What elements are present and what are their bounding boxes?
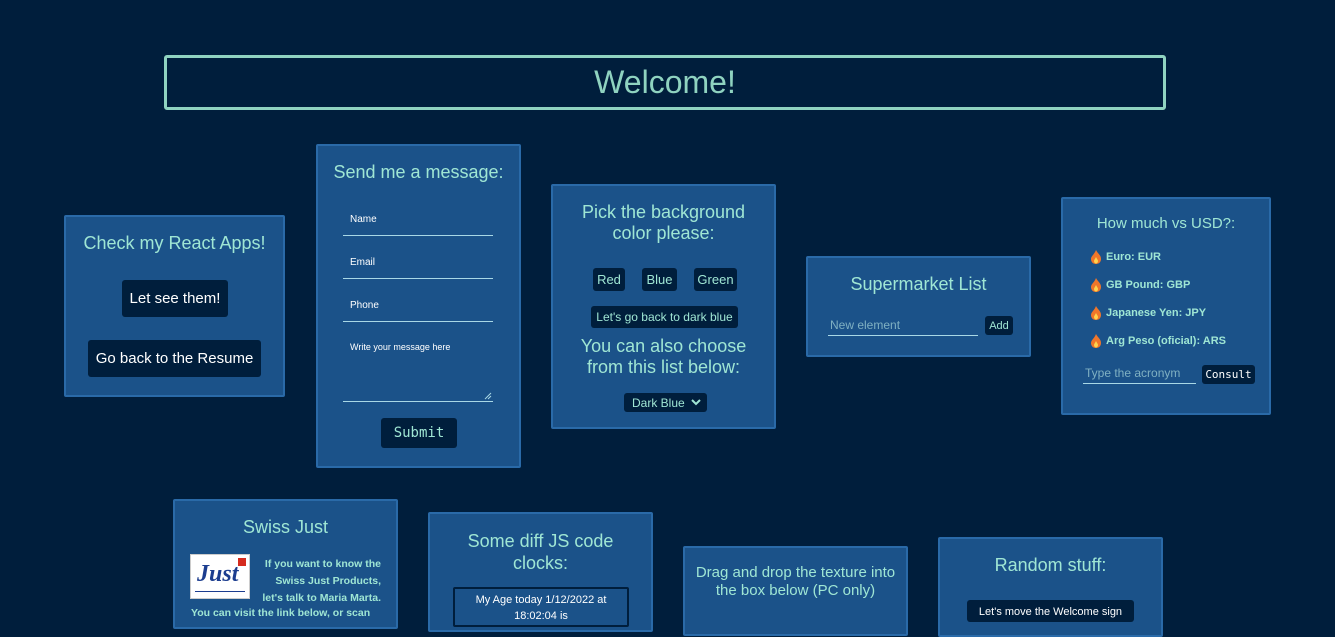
resize-handle-icon[interactable]: [484, 392, 492, 400]
currency-item-eur: Euro: EUR: [1090, 250, 1161, 264]
currency-item-jpy: Japanese Yen: JPY: [1090, 306, 1206, 320]
submit-button[interactable]: Submit: [381, 418, 457, 448]
drag-drop-card: Drag and drop the texture into the box b…: [683, 546, 908, 636]
swiss-just-title: Swiss Just: [242, 517, 329, 537]
swiss-just-text: If you want to know the Swiss Just Produ…: [261, 556, 381, 607]
message-form-title: Send me a message:: [333, 162, 504, 182]
swiss-just-line: let's talk to Maria Marta.: [262, 592, 381, 604]
move-welcome-button[interactable]: Let's move the Welcome sign: [967, 600, 1134, 622]
phone-placeholder: Phone: [350, 300, 379, 311]
background-picker-title: Pick the background color please:: [581, 202, 746, 243]
reset-dark-blue-button[interactable]: Let's go back to dark blue: [591, 306, 738, 328]
red-button[interactable]: Red: [593, 268, 625, 291]
clocks-card: Some diff JS code clocks: My Age today 1…: [428, 512, 653, 632]
just-logo: Just: [190, 554, 250, 599]
message-textarea[interactable]: Write your message here: [343, 340, 493, 402]
message-form-card: Send me a message: Name Email Phone Writ…: [316, 144, 521, 468]
logo-underline: [195, 591, 245, 592]
just-logo-text: Just: [197, 561, 239, 587]
chevron-down-icon: [691, 399, 701, 406]
clocks-title: Some diff JS code clocks:: [467, 531, 614, 573]
fire-icon: [1091, 306, 1101, 320]
currency-title: How much vs USD?:: [1096, 215, 1236, 232]
currency-label: GB Pound: GBP: [1106, 279, 1191, 291]
email-field[interactable]: Email: [343, 255, 493, 279]
age-clock-text: My Age today 1/12/2022 at: [475, 594, 607, 606]
currency-label: Euro: EUR: [1106, 251, 1161, 263]
supermarket-card: Supermarket List New element Add: [806, 256, 1031, 357]
green-button[interactable]: Green: [694, 268, 737, 291]
currency-item-gbp: GB Pound: GBP: [1090, 278, 1190, 292]
swiss-just-line: Swiss Just Products,: [275, 575, 381, 587]
acronym-input-placeholder: Type the acronym: [1085, 366, 1181, 380]
currency-card: How much vs USD?: Euro: EUR GB Pound: GB…: [1061, 197, 1271, 415]
color-select[interactable]: Dark Blue: [624, 393, 707, 412]
name-placeholder: Name: [350, 214, 377, 225]
acronym-input[interactable]: Type the acronym: [1083, 364, 1196, 384]
welcome-banner: Welcome!: [164, 55, 1166, 110]
age-clock-text2: 18:02:04 is: [514, 610, 568, 622]
currency-label: Japanese Yen: JPY: [1106, 307, 1207, 319]
message-placeholder: Write your message here: [350, 342, 451, 352]
color-list-title: You can also choose from this list below…: [580, 336, 747, 377]
fire-icon: [1091, 334, 1101, 348]
swiss-just-card: Swiss Just Just If you want to know the …: [173, 499, 398, 629]
blue-button[interactable]: Blue: [642, 268, 677, 291]
name-field[interactable]: Name: [343, 212, 493, 236]
resume-button[interactable]: Go back to the Resume: [88, 340, 261, 377]
react-apps-title: Check my React Apps!: [83, 233, 266, 253]
fire-icon: [1091, 250, 1101, 264]
supermarket-input[interactable]: New element: [828, 316, 978, 336]
swiss-flag-icon: [238, 558, 246, 566]
consult-button[interactable]: Consult: [1202, 365, 1255, 384]
supermarket-title: Supermarket List: [850, 274, 987, 294]
see-apps-button[interactable]: Let see them!: [122, 280, 228, 317]
email-placeholder: Email: [350, 257, 376, 268]
color-select-value: Dark Blue: [632, 395, 685, 410]
currency-label: Arg Peso (oficial): ARS: [1106, 335, 1226, 347]
swiss-just-line: If you want to know the: [264, 558, 381, 570]
currency-item-ars: Arg Peso (oficial): ARS: [1090, 334, 1226, 348]
background-picker-card: Pick the background color please: Red Bl…: [551, 184, 776, 429]
phone-field[interactable]: Phone: [343, 298, 493, 322]
swiss-just-line: You can visit the link below, or scan: [191, 607, 371, 619]
supermarket-input-placeholder: New element: [830, 318, 901, 332]
random-stuff-title: Random stuff:: [994, 555, 1107, 575]
random-stuff-card: Random stuff: Let's move the Welcome sig…: [938, 537, 1163, 637]
react-apps-card: Check my React Apps! Let see them! Go ba…: [64, 215, 285, 397]
age-clock-box: My Age today 1/12/2022 at 18:02:04 is: [453, 587, 629, 627]
drag-drop-title: Drag and drop the texture into the box b…: [695, 564, 896, 599]
fire-icon: [1091, 278, 1101, 292]
add-button[interactable]: Add: [985, 316, 1013, 335]
